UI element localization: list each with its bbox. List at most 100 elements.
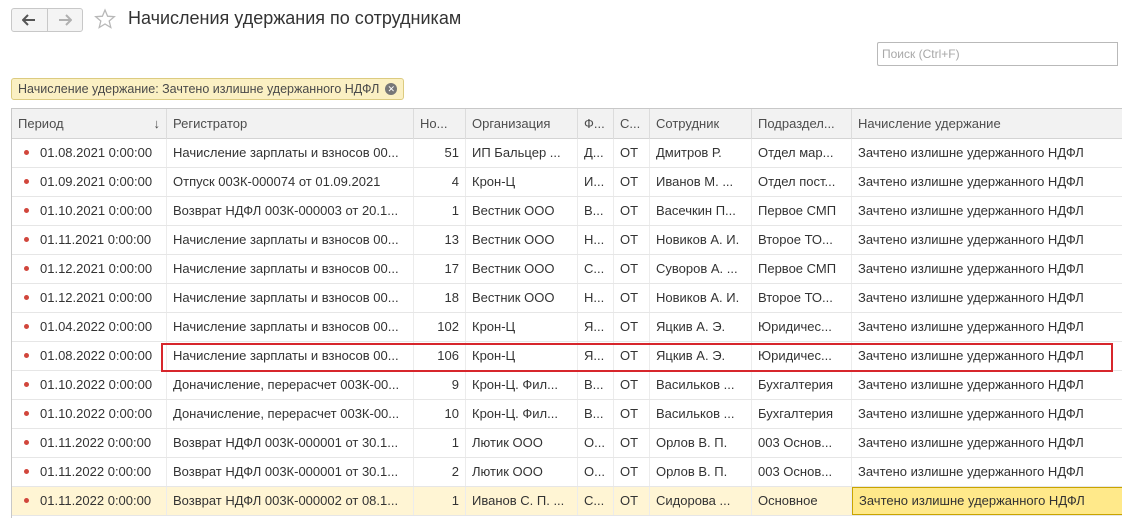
cell-department: Первое СМП [752, 197, 852, 225]
register-record-icon [24, 179, 29, 184]
column-header-department[interactable]: Подраздел... [752, 109, 852, 139]
table-row[interactable]: 01.09.2021 0:00:00 Отпуск 003К-000074 от … [12, 168, 1122, 197]
register-record-icon [24, 237, 29, 242]
cell-employee: Орлов В. П. [650, 429, 752, 457]
cell-s: ОТ [614, 168, 650, 196]
cell-number: 10 [414, 400, 466, 428]
cell-s: ОТ [614, 197, 650, 225]
table-row[interactable]: 01.11.2022 0:00:00 Возврат НДФЛ 003К-0000… [12, 487, 1122, 516]
cell-employee: Новиков А. И. [650, 226, 752, 254]
cell-department: Основное [752, 487, 852, 515]
cell-organization: Крон-Ц [466, 313, 578, 341]
cell-period: 01.11.2022 0:00:00 [34, 487, 167, 515]
cell-number: 18 [414, 284, 466, 312]
cell-registrar: Отпуск 003К-000074 от 01.09.2021 [167, 168, 414, 196]
cell-organization: Крон-Ц. Фил... [466, 400, 578, 428]
cell-registrar: Возврат НДФЛ 003К-000002 от 08.1... [167, 487, 414, 515]
grid-header: Период ↓ Регистратор Но... Организация Ф… [12, 109, 1122, 139]
table-row[interactable]: 01.10.2022 0:00:00 Доначисление, перерасч… [12, 371, 1122, 400]
cell-accrual: Зачтено излишне удержанного НДФЛ [852, 458, 1122, 486]
cell-s: ОТ [614, 255, 650, 283]
cell-number: 102 [414, 313, 466, 341]
cell-department: Юридичес... [752, 342, 852, 370]
cell-f: И... [578, 168, 614, 196]
column-header-employee[interactable]: Сотрудник [650, 109, 752, 139]
cell-employee: Васильков ... [650, 371, 752, 399]
cell-s: ОТ [614, 429, 650, 457]
cell-f: В... [578, 400, 614, 428]
data-grid: Период ↓ Регистратор Но... Организация Ф… [11, 108, 1122, 518]
table-row[interactable]: 01.11.2022 0:00:00 Возврат НДФЛ 003К-0000… [12, 429, 1122, 458]
cell-employee: Суворов А. ... [650, 255, 752, 283]
table-row[interactable]: 01.04.2022 0:00:00 Начисление зарплаты и … [12, 313, 1122, 342]
filter-tag[interactable]: Начисление удержание: Зачтено излишне уд… [11, 78, 405, 100]
filter-label: Начисление удержание: Зачтено излишне уд… [18, 82, 380, 96]
table-row[interactable]: 01.10.2021 0:00:00 Возврат НДФЛ 003К-0000… [12, 197, 1122, 226]
register-record-icon [24, 295, 29, 300]
column-header-registrar[interactable]: Регистратор [167, 109, 414, 139]
register-record-icon [24, 498, 29, 503]
cell-organization: Крон-Ц. Фил... [466, 371, 578, 399]
cell-period: 01.08.2022 0:00:00 [34, 342, 167, 370]
cell-f: О... [578, 458, 614, 486]
cell-employee: Васильков ... [650, 400, 752, 428]
cell-organization: Лютик ООО [466, 429, 578, 457]
column-header-accrual[interactable]: Начисление удержание [852, 109, 1122, 139]
search-input[interactable] [877, 42, 1117, 66]
table-row[interactable]: 01.12.2021 0:00:00 Начисление зарплаты и … [12, 255, 1122, 284]
cell-f: Я... [578, 313, 614, 341]
cell-accrual: Зачтено излишне удержанного НДФЛ [852, 255, 1122, 283]
register-record-icon [24, 469, 29, 474]
cell-s: ОТ [614, 313, 650, 341]
cell-accrual: Зачтено излишне удержанного НДФЛ [852, 226, 1122, 254]
column-header-period[interactable]: Период ↓ [12, 109, 167, 139]
register-record-icon [24, 440, 29, 445]
cell-department: Первое СМП [752, 255, 852, 283]
register-record-icon [24, 382, 29, 387]
cell-s: ОТ [614, 458, 650, 486]
cell-organization: Вестник ООО [466, 284, 578, 312]
register-record-icon [24, 150, 29, 155]
column-header-organization[interactable]: Организация [466, 109, 578, 139]
page-title: Начисления удержания по сотрудникам [128, 8, 462, 28]
table-row[interactable]: 01.08.2022 0:00:00 Начисление зарплаты и … [12, 342, 1122, 371]
cell-accrual: Зачтено излишне удержанного НДФЛ [852, 342, 1122, 370]
cell-department: Второе ТО... [752, 284, 852, 312]
cell-s: ОТ [614, 284, 650, 312]
cell-accrual: Зачтено излишне удержанного НДФЛ [852, 400, 1122, 428]
back-button[interactable] [12, 9, 47, 31]
column-header-f[interactable]: Ф... [578, 109, 614, 139]
table-row[interactable]: 01.11.2022 0:00:00 Возврат НДФЛ 003К-0000… [12, 458, 1122, 487]
arrow-left-icon [22, 14, 36, 26]
cell-organization: Крон-Ц [466, 342, 578, 370]
cell-number: 51 [414, 139, 466, 167]
favorite-button[interactable] [94, 8, 116, 33]
table-row[interactable]: 01.12.2021 0:00:00 Начисление зарплаты и … [12, 284, 1122, 313]
cell-s: ОТ [614, 226, 650, 254]
table-row[interactable]: 01.08.2021 0:00:00 Начисление зарплаты и … [12, 139, 1122, 168]
cell-department: Отдел мар... [752, 139, 852, 167]
cell-registrar: Доначисление, перерасчет 003К-00... [167, 400, 414, 428]
cell-f: Я... [578, 342, 614, 370]
star-icon [94, 8, 116, 29]
forward-button[interactable] [46, 9, 83, 31]
cell-period: 01.10.2022 0:00:00 [34, 400, 167, 428]
cell-f: О... [578, 429, 614, 457]
table-row[interactable]: 01.10.2022 0:00:00 Доначисление, перерасч… [12, 400, 1122, 429]
cell-period: 01.12.2021 0:00:00 [34, 284, 167, 312]
cell-organization: Лютик ООО [466, 458, 578, 486]
cell-department: 003 Основ... [752, 458, 852, 486]
cell-period: 01.10.2022 0:00:00 [34, 371, 167, 399]
cell-employee: Сидорова ... [650, 487, 752, 515]
table-row[interactable]: 01.11.2021 0:00:00 Начисление зарплаты и … [12, 226, 1122, 255]
column-header-s[interactable]: С... [614, 109, 650, 139]
cell-number: 1 [414, 429, 466, 457]
close-icon[interactable]: ✕ [385, 83, 398, 95]
cell-registrar: Возврат НДФЛ 003К-000001 от 30.1... [167, 458, 414, 486]
register-record-icon [24, 324, 29, 329]
column-header-number[interactable]: Но... [414, 109, 466, 139]
cell-f: С... [578, 487, 614, 515]
cell-registrar: Начисление зарплаты и взносов 00... [167, 284, 414, 312]
cell-organization: Крон-Ц [466, 168, 578, 196]
cell-period: 01.09.2021 0:00:00 [34, 168, 167, 196]
